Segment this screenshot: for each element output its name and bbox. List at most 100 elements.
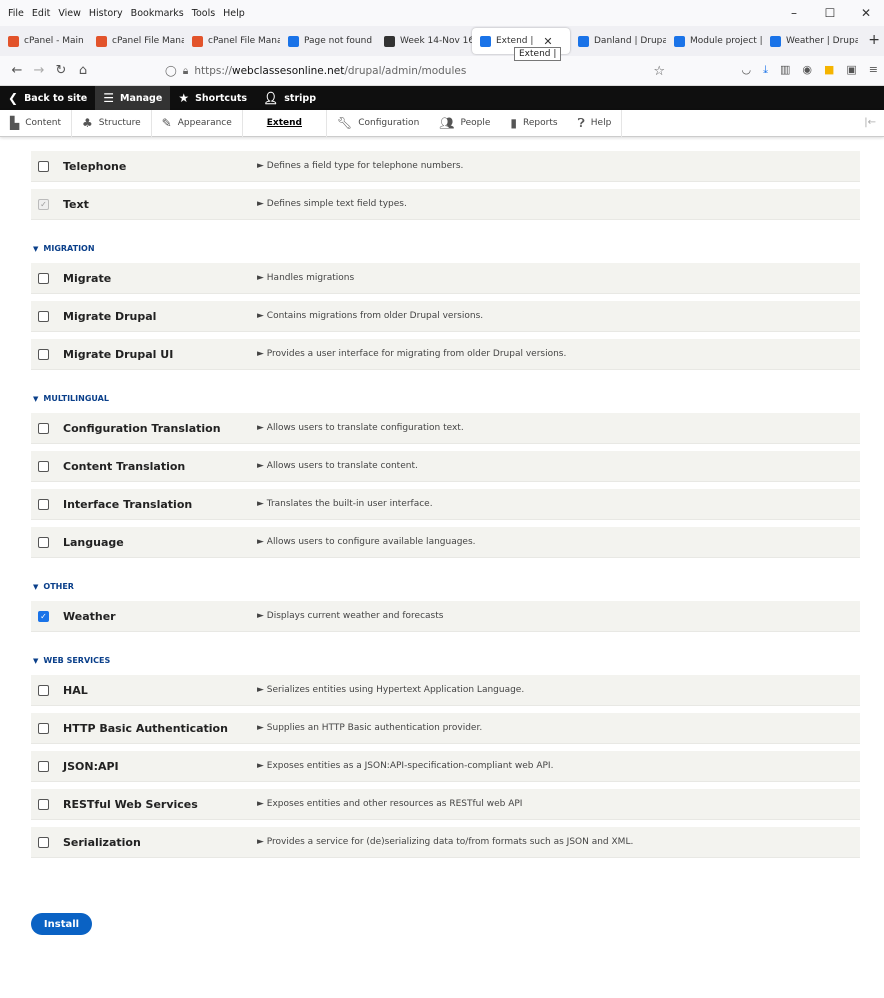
module-name[interactable]: Telephone — [63, 160, 257, 173]
minimize-icon[interactable]: – — [776, 3, 812, 23]
module-checkbox[interactable] — [38, 536, 49, 548]
module-description[interactable]: ► Serializes entities using Hypertext Ap… — [257, 685, 524, 695]
module-checkbox[interactable] — [38, 836, 49, 848]
back-to-site-link[interactable]: ❮ Back to site — [0, 86, 95, 110]
close-tab-icon[interactable]: ✕ — [543, 35, 552, 48]
tray-reports[interactable]: ▮ Reports — [500, 110, 567, 137]
browser-tab[interactable]: Week 14-Nov 16 — [376, 28, 472, 54]
shortcuts-tab[interactable]: ★ Shortcuts — [170, 86, 255, 110]
module-checkbox[interactable] — [38, 722, 49, 734]
browser-tab[interactable]: cPanel File Mana — [88, 28, 184, 54]
menu-edit[interactable]: Edit — [28, 8, 54, 19]
module-description[interactable]: ► Defines simple text field types. — [257, 199, 407, 209]
install-button[interactable]: Install — [31, 913, 92, 935]
reload-icon[interactable]: ↻ — [50, 63, 72, 78]
home-icon[interactable]: ⌂ — [72, 63, 94, 78]
lock-icon[interactable]: 🔒︎ — [183, 65, 189, 78]
module-name[interactable]: JSON:API — [63, 760, 257, 773]
module-checkbox[interactable]: ✓ — [38, 610, 49, 622]
menu-help[interactable]: Help — [219, 8, 249, 19]
module-description[interactable]: ► Allows users to configure available la… — [257, 537, 476, 547]
menu-history[interactable]: History — [85, 8, 127, 19]
module-checkbox[interactable] — [38, 422, 49, 434]
back-arrow-icon[interactable]: ← — [6, 63, 28, 78]
module-name[interactable]: HTTP Basic Authentication — [63, 722, 257, 735]
module-description[interactable]: ► Allows users to translate content. — [257, 461, 418, 471]
module-name[interactable]: Text — [63, 198, 257, 211]
module-name[interactable]: Migrate Drupal — [63, 310, 257, 323]
menu-view[interactable]: View — [54, 8, 85, 19]
module-name[interactable]: Serialization — [63, 836, 257, 849]
reader-icon[interactable]: ▣ — [846, 63, 856, 77]
package-header[interactable]: ▼ MIGRATION — [31, 244, 860, 253]
tab-label: cPanel - Main — [24, 36, 84, 46]
module-name[interactable]: HAL — [63, 684, 257, 697]
browser-tab[interactable]: cPanel File Mana — [184, 28, 280, 54]
tray-appearance[interactable]: ✎ Appearance — [152, 109, 243, 137]
tray-content[interactable]: ▙ Content — [0, 109, 73, 137]
module-description[interactable]: ► Translates the built-in user interface… — [257, 499, 433, 509]
module-checkbox[interactable] — [38, 310, 49, 322]
module-description[interactable]: ► Handles migrations — [257, 273, 354, 283]
browser-tab[interactable]: cPanel - Main — [0, 28, 88, 54]
module-checkbox[interactable] — [38, 684, 49, 696]
module-description[interactable]: ► Defines a field type for telephone num… — [257, 161, 463, 171]
maximize-icon[interactable]: ☐ — [812, 3, 848, 23]
browser-tab[interactable]: Danland | Drupal — [570, 28, 666, 54]
module-description[interactable]: ► Supplies an HTTP Basic authentication … — [257, 723, 482, 733]
module-description[interactable]: ► Provides a service for (de)serializing… — [257, 837, 633, 847]
close-window-icon[interactable]: ✕ — [848, 3, 884, 23]
pocket-icon[interactable]: ◡ — [741, 63, 751, 77]
module-checkbox[interactable] — [38, 498, 49, 510]
module-name[interactable]: Weather — [63, 610, 257, 623]
module-checkbox[interactable] — [38, 348, 49, 360]
module-checkbox[interactable] — [38, 798, 49, 810]
module-checkbox[interactable] — [38, 272, 49, 284]
module-name[interactable]: Configuration Translation — [63, 422, 257, 435]
bookmark-star-icon[interactable]: ☆ — [653, 64, 665, 79]
module-name[interactable]: Language — [63, 536, 257, 549]
browser-tab[interactable]: Module project | — [666, 28, 762, 54]
module-name[interactable]: Migrate — [63, 272, 257, 285]
module-name[interactable]: Interface Translation — [63, 498, 257, 511]
forward-arrow-icon[interactable]: → — [28, 63, 50, 78]
module-description[interactable]: ► Exposes entities as a JSON:API-specifi… — [257, 761, 553, 771]
download-icon[interactable]: ⤓ — [763, 63, 768, 77]
tray-configuration[interactable]: 🔧︎ Configuration — [327, 110, 429, 137]
url-bar[interactable]: ◯ 🔒︎ https:// webclassesonline.net /drup… — [165, 60, 665, 82]
module-name[interactable]: Migrate Drupal UI — [63, 348, 257, 361]
shield-icon[interactable]: ◯ — [165, 65, 177, 77]
tray-help[interactable]: ❓︎ Help — [568, 109, 623, 137]
module-name[interactable]: RESTful Web Services — [63, 798, 257, 811]
module-checkbox[interactable] — [38, 160, 49, 172]
tray-structure[interactable]: ♣ Structure — [72, 109, 152, 137]
module-name[interactable]: Content Translation — [63, 460, 257, 473]
tray-extend[interactable]: Extend — [243, 109, 327, 137]
user-tab[interactable]: 👤︎ stripp — [255, 86, 324, 110]
module-description[interactable]: ► Provides a user interface for migratin… — [257, 349, 566, 359]
browser-tab[interactable]: Page not found | — [280, 28, 376, 54]
menu-tools[interactable]: Tools — [188, 8, 219, 19]
package-header[interactable]: ▼ WEB SERVICES — [31, 656, 860, 665]
tray-orientation-icon[interactable]: |← — [864, 117, 876, 128]
menu-bookmarks[interactable]: Bookmarks — [127, 8, 188, 19]
tray-people[interactable]: 👥︎ People — [429, 110, 500, 137]
module-row: Migrate ► Handles migrations — [31, 263, 860, 294]
module-checkbox[interactable] — [38, 760, 49, 772]
package-header[interactable]: ▼ MULTILINGUAL — [31, 394, 860, 403]
browser-tab[interactable]: Weather | Drupal — [762, 28, 858, 54]
extension-icon[interactable]: ■ — [824, 63, 834, 77]
module-description[interactable]: ► Allows users to translate configuratio… — [257, 423, 464, 433]
new-tab-icon[interactable]: + — [868, 32, 880, 48]
module-description[interactable]: ► Contains migrations from older Drupal … — [257, 311, 483, 321]
account-icon[interactable]: ◉ — [802, 63, 812, 77]
manage-tab[interactable]: ☰ Manage — [95, 86, 171, 110]
module-checkbox[interactable] — [38, 460, 49, 472]
sidebar-icon[interactable]: ▥ — [780, 63, 790, 77]
package-header[interactable]: ▼ OTHER — [31, 582, 860, 591]
module-row: HAL ► Serializes entities using Hypertext… — [31, 675, 860, 706]
module-description[interactable]: ► Exposes entities and other resources a… — [257, 799, 522, 809]
menu-file[interactable]: File — [4, 8, 28, 19]
menu-icon[interactable]: ≡ — [869, 63, 878, 77]
module-description[interactable]: ► Displays current weather and forecasts — [257, 611, 443, 621]
